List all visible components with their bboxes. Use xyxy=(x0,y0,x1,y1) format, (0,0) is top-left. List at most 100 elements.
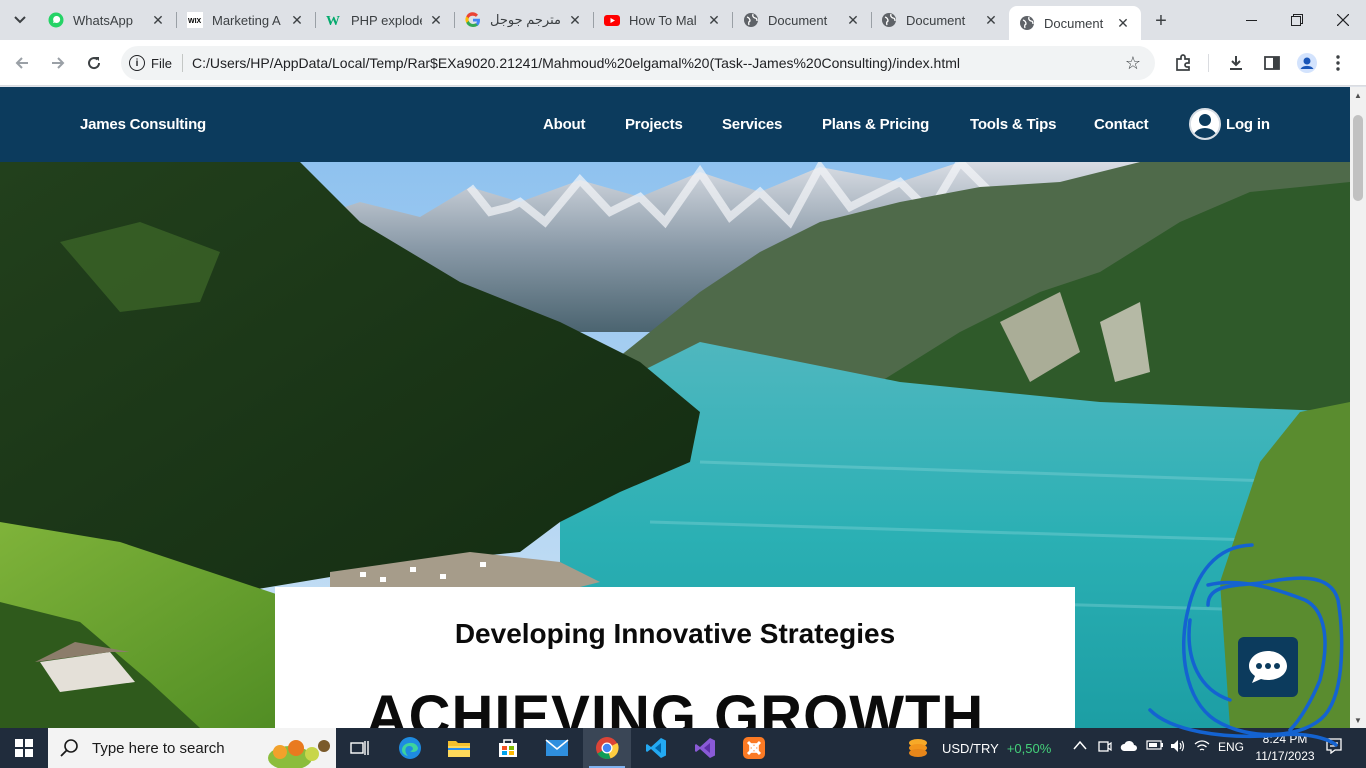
nav-projects[interactable]: Projects xyxy=(625,116,683,133)
file-explorer-icon[interactable] xyxy=(435,728,483,768)
forward-arrow-icon[interactable] xyxy=(43,48,73,78)
browser-toolbar: i File C:/Users/HP/AppData/Local/Temp/Ra… xyxy=(0,40,1366,86)
tab-whatsapp[interactable]: WhatsApp ✕ xyxy=(38,6,176,34)
taskbar-search-box[interactable]: Type here to search xyxy=(48,728,336,768)
chat-bubble-button[interactable] xyxy=(1238,637,1298,697)
site-info-label: File xyxy=(151,55,172,71)
tab-marketing[interactable]: WIX Marketing A ✕ xyxy=(177,6,315,34)
page-scrollbar[interactable]: ▲ ▼ xyxy=(1350,87,1366,728)
xampp-icon[interactable] xyxy=(730,728,778,768)
hero-headline-card: Developing Innovative Strategies ACHIEVI… xyxy=(275,587,1075,728)
mail-icon[interactable] xyxy=(533,728,581,768)
tab-youtube[interactable]: How To Mal ✕ xyxy=(594,6,732,34)
side-panel-icon[interactable] xyxy=(1259,50,1285,76)
profile-avatar-icon[interactable] xyxy=(1294,50,1320,76)
volume-icon[interactable] xyxy=(1170,739,1186,756)
visual-studio-icon[interactable] xyxy=(681,728,729,768)
toolbar-divider xyxy=(1208,54,1209,72)
wix-icon: WIX xyxy=(187,12,203,28)
taskbar-clock[interactable]: 8:24 PM 11/17/2023 xyxy=(1252,731,1318,765)
tray-chevron-up-icon[interactable] xyxy=(1073,738,1087,753)
edge-browser-icon[interactable] xyxy=(386,728,434,768)
chrome-icon[interactable] xyxy=(583,728,631,768)
login-link[interactable]: Log in xyxy=(1226,116,1270,133)
restore-icon[interactable] xyxy=(1274,0,1320,40)
notifications-icon[interactable] xyxy=(1326,738,1342,757)
tab-document-1[interactable]: Document ✕ xyxy=(733,6,871,34)
meet-now-icon[interactable] xyxy=(1098,739,1112,758)
currency-coins-icon xyxy=(909,739,927,757)
vscode-icon[interactable] xyxy=(632,728,680,768)
battery-icon[interactable] xyxy=(1146,739,1164,754)
site-navbar: James Consulting About Projects Services… xyxy=(0,87,1350,162)
nav-contact[interactable]: Contact xyxy=(1094,116,1149,133)
nav-tools-tips[interactable]: Tools & Tips xyxy=(970,116,1056,133)
close-tab-icon[interactable]: ✕ xyxy=(706,12,722,28)
close-tab-icon[interactable]: ✕ xyxy=(289,12,305,28)
tab-document-active[interactable]: Document ✕ xyxy=(1009,6,1141,40)
search-highlight-illustration-icon xyxy=(260,728,336,768)
more-menu-icon[interactable] xyxy=(1325,50,1351,76)
microsoft-store-icon[interactable] xyxy=(484,728,532,768)
tab-title: Marketing A xyxy=(212,12,281,28)
back-arrow-icon[interactable] xyxy=(7,48,37,78)
tab-title: WhatsApp xyxy=(73,12,133,28)
search-placeholder: Type here to search xyxy=(92,739,225,757)
whatsapp-icon xyxy=(48,12,64,28)
close-tab-icon[interactable]: ✕ xyxy=(567,12,583,28)
language-indicator[interactable]: ENG xyxy=(1218,740,1244,754)
nav-about[interactable]: About xyxy=(543,116,586,133)
onedrive-cloud-icon[interactable] xyxy=(1120,739,1138,756)
download-icon[interactable] xyxy=(1223,50,1249,76)
w3schools-icon: W xyxy=(326,12,342,28)
globe-icon xyxy=(1019,15,1035,31)
info-icon: i xyxy=(129,55,145,71)
nav-services[interactable]: Services xyxy=(722,116,782,133)
globe-icon xyxy=(881,12,897,28)
network-wifi-icon[interactable] xyxy=(1194,739,1210,756)
ticker-change: +0,50% xyxy=(1006,740,1052,756)
clock-date: 11/17/2023 xyxy=(1255,749,1315,763)
close-tab-icon[interactable]: ✕ xyxy=(1115,15,1131,31)
nav-plans-pricing[interactable]: Plans & Pricing xyxy=(822,116,929,133)
close-tab-icon[interactable]: ✕ xyxy=(428,12,444,28)
google-icon xyxy=(465,12,481,28)
reload-icon[interactable] xyxy=(79,48,109,78)
tab-google-translate[interactable]: مترجم جوجل ✕ xyxy=(455,6,593,34)
windows-start-icon[interactable] xyxy=(0,728,48,768)
tab-search-chevron-icon[interactable] xyxy=(7,7,33,33)
hero-subheading: Developing Innovative Strategies xyxy=(454,618,896,649)
page-viewport: James Consulting About Projects Services… xyxy=(0,87,1350,728)
chat-bubble-icon xyxy=(1249,651,1287,683)
minimize-icon[interactable] xyxy=(1228,0,1274,40)
brand-logo-text[interactable]: James Consulting xyxy=(80,116,206,133)
task-view-icon[interactable] xyxy=(336,728,384,768)
url-divider xyxy=(181,54,183,72)
tab-title: PHP explode xyxy=(351,12,422,28)
new-tab-plus-icon[interactable]: + xyxy=(1148,8,1174,34)
stock-ticker-widget[interactable]: USD/TRY +0,50% xyxy=(906,728,1051,768)
ticker-name: USD/TRY xyxy=(942,740,999,756)
globe-icon xyxy=(743,12,759,28)
search-icon xyxy=(60,739,78,757)
extensions-puzzle-icon[interactable] xyxy=(1170,50,1196,76)
close-tab-icon[interactable]: ✕ xyxy=(845,12,861,28)
tab-strip: WhatsApp ✕ WIX Marketing A ✕ W PHP explo… xyxy=(0,0,1366,40)
scroll-down-arrow-icon[interactable]: ▼ xyxy=(1350,712,1366,728)
site-info-button[interactable]: i File xyxy=(129,55,172,71)
url-text[interactable]: C:/Users/HP/AppData/Local/Temp/Rar$EXa90… xyxy=(192,55,1155,71)
user-avatar-icon[interactable] xyxy=(1189,108,1221,140)
tab-php-explode[interactable]: W PHP explode ✕ xyxy=(316,6,454,34)
scroll-up-arrow-icon[interactable]: ▲ xyxy=(1350,87,1366,103)
close-tab-icon[interactable]: ✕ xyxy=(983,12,999,28)
windows-taskbar: Type here to search USD/TRY +0,50% ENG 8… xyxy=(0,728,1366,768)
close-window-icon[interactable] xyxy=(1320,0,1366,40)
tab-document-2[interactable]: Document ✕ xyxy=(871,6,1009,34)
svg-text:W: W xyxy=(326,14,340,28)
hero-heading: ACHIEVING GROWTH xyxy=(365,684,985,728)
scrollbar-thumb[interactable] xyxy=(1353,115,1363,201)
bookmark-star-icon[interactable]: ☆ xyxy=(1125,53,1141,74)
tab-title: Document xyxy=(906,12,966,28)
address-bar[interactable]: i File C:/Users/HP/AppData/Local/Temp/Ra… xyxy=(121,46,1155,80)
close-tab-icon[interactable]: ✕ xyxy=(150,12,166,28)
